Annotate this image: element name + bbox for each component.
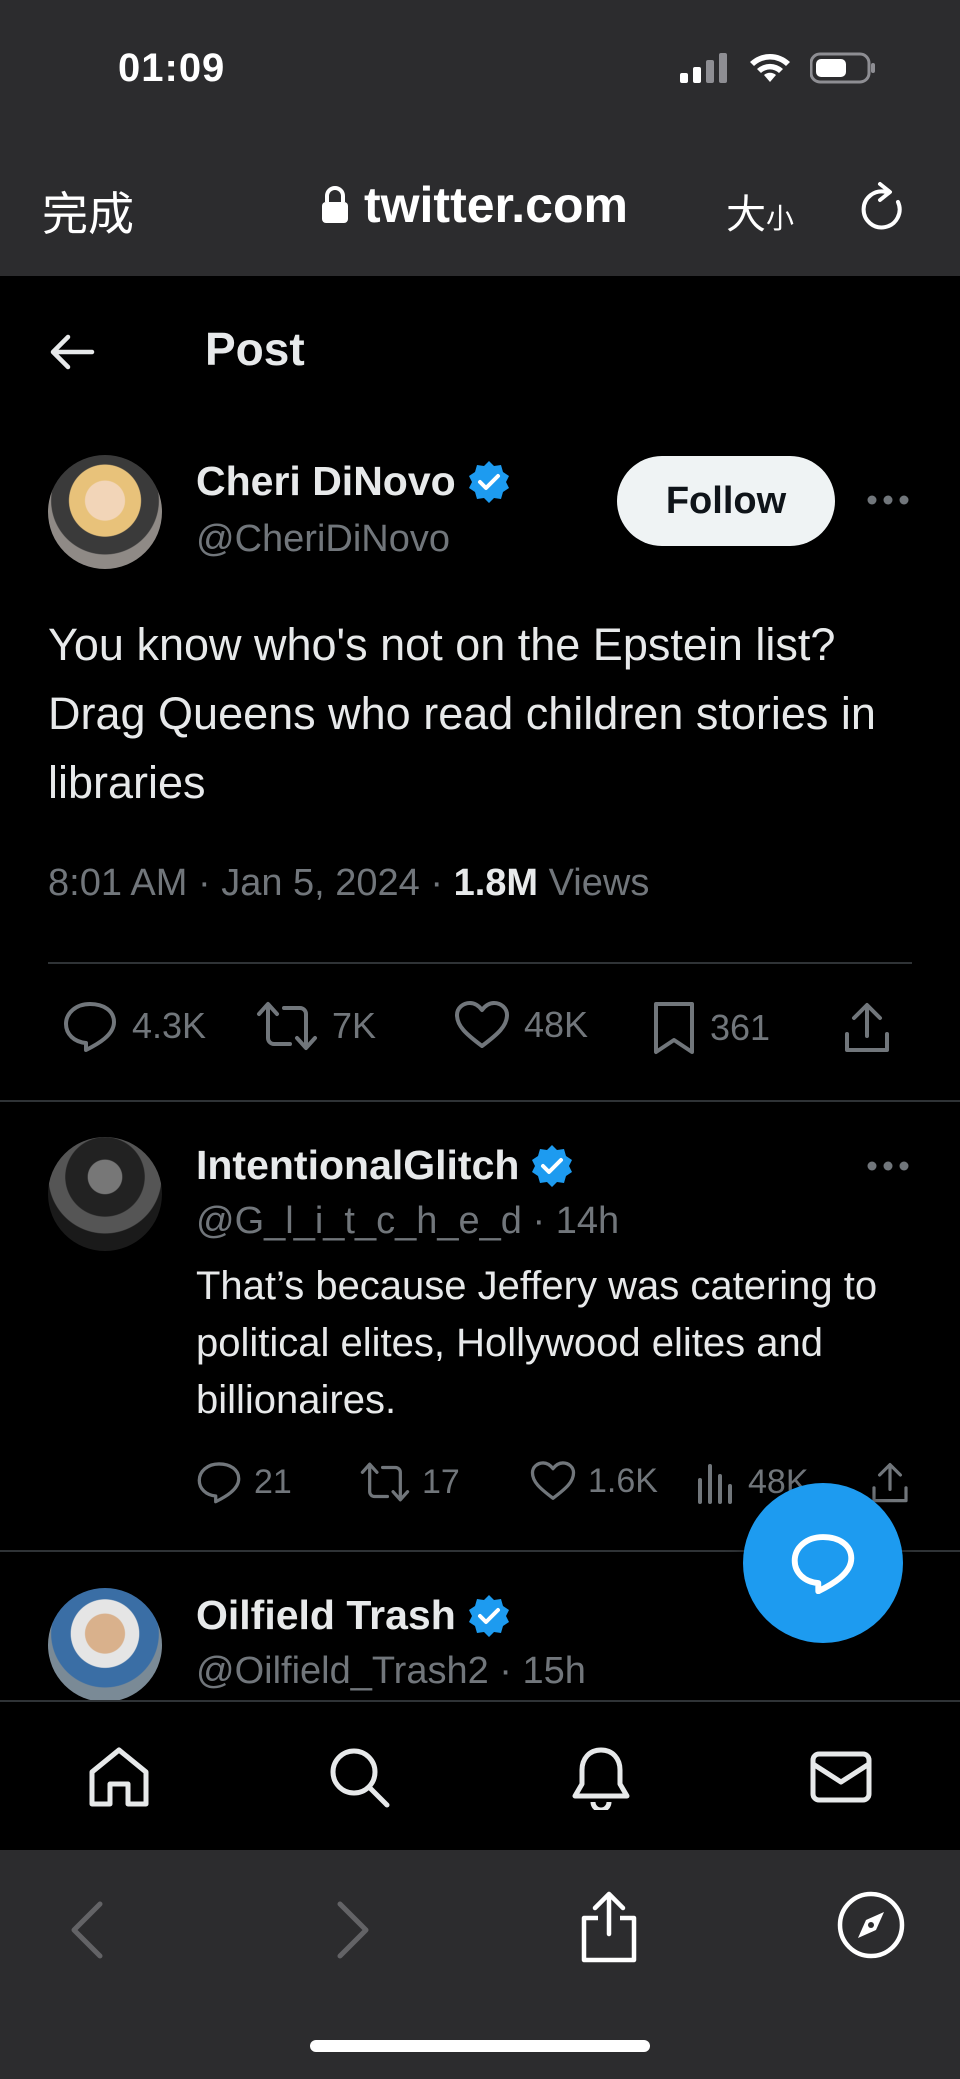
messages-icon[interactable] [808, 1744, 874, 1810]
author-handle[interactable]: @CheriDiNovo [196, 518, 450, 561]
browser-share-icon[interactable] [578, 1888, 640, 1964]
repost-button[interactable]: 7K [256, 1000, 376, 1052]
heart-icon [530, 1461, 576, 1500]
reply-icon [197, 1462, 241, 1504]
reload-icon[interactable] [856, 180, 908, 236]
reply-handle-text: @G_l_i_t_c_h_e_d [196, 1200, 522, 1242]
repost-icon [257, 1002, 317, 1050]
avatar[interactable] [48, 1137, 162, 1251]
verified-badge-icon [468, 1594, 509, 1637]
done-button[interactable]: 完成 [42, 178, 134, 244]
search-icon[interactable] [326, 1744, 392, 1810]
bookmark-icon [654, 1002, 694, 1054]
reply-bubble-icon [791, 1534, 855, 1594]
author-name-text: Cheri DiNovo [196, 458, 456, 504]
handle-separator: · [521, 1200, 556, 1242]
cellular-signal-icon [680, 53, 727, 83]
share-icon[interactable] [842, 1000, 892, 1056]
like-button[interactable]: 48K [454, 1000, 588, 1050]
url-field[interactable]: twitter.com [320, 176, 628, 234]
status-time: 01:09 [118, 46, 226, 90]
repost-count: 17 [422, 1462, 460, 1501]
reply-author-name-text: IntentionalGlitch [196, 1142, 520, 1188]
status-icons [680, 52, 876, 84]
reply-button[interactable]: 4.3K [62, 1000, 206, 1052]
reply-author-handle[interactable]: @G_l_i_t_c_h_e_d · 14h [196, 1200, 619, 1243]
divider [48, 962, 912, 964]
status-bar: 01:09 [0, 0, 960, 140]
repost-count: 7K [332, 1005, 377, 1046]
avatar[interactable] [48, 1588, 162, 1702]
reply-author-name-text: Oilfield Trash [196, 1592, 456, 1638]
battery-icon [810, 52, 875, 84]
reply-icon [64, 1002, 116, 1052]
handle-separator: · [488, 1650, 523, 1692]
like-button[interactable]: 1.6K [530, 1460, 658, 1502]
tweet-date[interactable]: Jan 5, 2024 [221, 862, 420, 904]
views-label: Views [548, 862, 650, 904]
text-size-big: 大 [726, 192, 766, 238]
browser-back-icon[interactable] [66, 1900, 106, 1960]
reply-button[interactable]: 21 [196, 1460, 292, 1504]
reply-author-name[interactable]: Oilfield Trash [196, 1592, 512, 1639]
reply-count: 21 [254, 1462, 292, 1501]
follow-button[interactable]: Follow [617, 456, 835, 546]
verified-badge-icon [468, 460, 509, 503]
analytics-icon [698, 1464, 732, 1504]
bottom-nav [0, 1700, 960, 1850]
page-title: Post [205, 323, 305, 375]
compass-icon[interactable] [836, 1890, 906, 1960]
reply-text: That’s because Jeffery was catering to p… [196, 1264, 878, 1422]
notifications-icon[interactable] [568, 1744, 634, 1810]
like-count: 48K [524, 1004, 589, 1045]
meta-separator-2: · [430, 862, 454, 904]
reply-handle-text: @Oilfield_Trash2 [196, 1650, 489, 1692]
text-size-button[interactable]: 大小 [726, 182, 794, 240]
repost-button[interactable]: 17 [360, 1460, 460, 1504]
reply-author-handle[interactable]: @Oilfield_Trash2 · 15h [196, 1650, 586, 1693]
author-name[interactable]: Cheri DiNovo [196, 458, 512, 505]
share-icon[interactable] [870, 1460, 910, 1506]
text-size-small: 小 [766, 202, 795, 235]
tweet-time[interactable]: 8:01 AM [48, 862, 187, 904]
browser-forward-icon[interactable] [334, 1900, 374, 1960]
meta-separator-1: · [197, 862, 222, 904]
back-arrow-icon[interactable] [48, 332, 96, 372]
repost-icon [360, 1462, 410, 1502]
tweet-text: You know who's not on the Epstein list? … [48, 619, 876, 808]
reply-author-name[interactable]: IntentionalGlitch [196, 1142, 575, 1189]
reply-age: 14h [555, 1200, 620, 1242]
wifi-icon [750, 54, 790, 82]
more-options-icon[interactable] [866, 1160, 910, 1172]
bookmark-count: 361 [710, 1007, 771, 1048]
browser-address-bar: 完成 twitter.com 大小 [0, 140, 960, 276]
reply-age: 15h [522, 1650, 586, 1692]
verified-badge-icon [532, 1144, 573, 1187]
post-header: Post [0, 276, 960, 426]
avatar[interactable] [48, 455, 162, 569]
home-icon[interactable] [86, 1744, 152, 1810]
compose-reply-button[interactable] [743, 1483, 903, 1643]
url-text: twitter.com [364, 177, 628, 233]
tweet-actions: 4.3K 7K 48K 361 [62, 1000, 912, 1070]
tweet-meta: 8:01 AM · Jan 5, 2024 · 1.8M Views [48, 862, 649, 905]
reply-count: 4.3K [132, 1005, 207, 1046]
like-count: 1.6K [588, 1461, 658, 1500]
browser-toolbar [0, 1850, 960, 2079]
bookmark-button[interactable]: 361 [652, 1000, 770, 1056]
divider [0, 1100, 960, 1102]
views-count: 1.8M [453, 862, 539, 904]
home-indicator [310, 2040, 650, 2052]
heart-icon [455, 1001, 509, 1048]
lock-icon [322, 186, 348, 223]
more-options-icon[interactable] [866, 494, 910, 506]
